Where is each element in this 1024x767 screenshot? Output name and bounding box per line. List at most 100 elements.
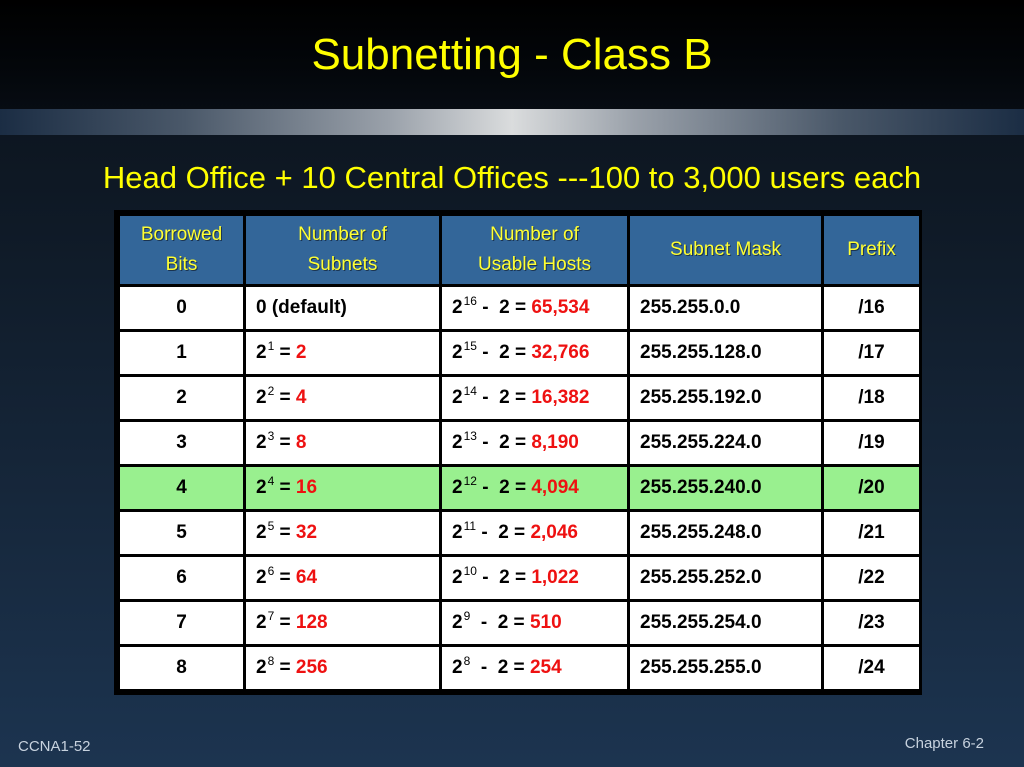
cell-subnet-mask: 255.255.255.0: [627, 644, 824, 692]
subnets-base: 2: [256, 387, 267, 408]
cell-subnets: 23 = 8: [243, 419, 442, 467]
subnets-equals: =: [274, 342, 296, 363]
hosts-equation: - 2 =: [476, 567, 532, 588]
subnets-result: 128: [295, 612, 328, 633]
header-borrowed-bits: Borrowed Bits: [117, 213, 246, 287]
subnets-exponent: 7: [267, 609, 275, 623]
hosts-result: 4,094: [531, 477, 579, 498]
title-area: Subnetting - Class B: [0, 0, 1024, 110]
hosts-exponent: 8: [463, 654, 471, 668]
table-header-row: Borrowed Bits Number of Subnets Number of U…: [117, 213, 922, 287]
hosts-exponent: 16: [463, 294, 477, 308]
table-row: 1 21 = 2 215 - 2 = 32,766 255.255.128.0/17: [117, 329, 922, 377]
cell-borrowed-bits: 3: [117, 419, 246, 467]
cell-subnet-mask: 255.255.252.0: [627, 554, 824, 602]
cell-usable-hosts: 215 - 2 = 32,766: [439, 329, 630, 377]
subnets-result: 8: [295, 432, 307, 453]
hosts-exponent: 12: [463, 474, 477, 488]
hosts-result: 2,046: [530, 522, 578, 543]
subnets-base: 2: [256, 567, 267, 588]
cell-subnet-mask: 255.255.224.0: [627, 419, 824, 467]
subnets-equals: =: [274, 477, 296, 498]
subnets-exponent: 6: [267, 564, 275, 578]
hosts-result: 254: [529, 657, 562, 678]
hosts-exponent: 9: [463, 609, 471, 623]
cell-subnet-mask: 255.255.192.0: [627, 374, 824, 422]
table-row: 4 24 = 16 212 - 2 = 4,094 255.255.240.0/20: [117, 464, 922, 512]
hosts-equation: - 2 =: [476, 477, 532, 498]
hosts-base: 2: [452, 342, 463, 363]
hosts-equation: - 2 =: [476, 432, 532, 453]
cell-subnets: 0 (default): [243, 284, 442, 332]
cell-subnet-mask: 255.255.128.0: [627, 329, 824, 377]
cell-subnet-mask: 255.255.240.0: [627, 464, 824, 512]
subnet-table-frame: Borrowed Bits Number of Subnets Number of U…: [114, 210, 922, 695]
cell-borrowed-bits: 7: [117, 599, 246, 647]
decorative-band: [0, 109, 1024, 135]
cell-prefix: /19: [821, 419, 922, 467]
table-row: 6 26 = 64 210 - 2 = 1,022 255.255.252.0/22: [117, 554, 922, 602]
subnets-base: 2: [256, 342, 267, 363]
table-row: 3 23 = 8 213 - 2 = 8,190 255.255.224.0/19: [117, 419, 922, 467]
subnets-result: 64: [295, 567, 318, 588]
cell-subnets: 28 = 256: [243, 644, 442, 692]
subnets-result: 4: [295, 387, 307, 408]
cell-subnets: 24 = 16: [243, 464, 442, 512]
subnets-base: 2: [256, 477, 267, 498]
hosts-result: 1,022: [531, 567, 579, 588]
hosts-exponent: 10: [463, 564, 477, 578]
cell-usable-hosts: 213 - 2 = 8,190: [439, 419, 630, 467]
cell-borrowed-bits: 4: [117, 464, 246, 512]
subnets-base: 2: [256, 522, 267, 543]
hosts-exponent: 13: [463, 429, 477, 443]
cell-subnet-mask: 255.255.0.0: [627, 284, 824, 332]
table-row: 2 22 = 4 214 - 2 = 16,382 255.255.192.0/18: [117, 374, 922, 422]
cell-usable-hosts: 212 - 2 = 4,094: [439, 464, 630, 512]
hosts-equation: - 2 =: [476, 387, 532, 408]
table-body: 00 (default) 216 - 2 = 65,534 255.255.0.0/…: [117, 284, 922, 692]
slide-title: Subnetting - Class B: [311, 30, 713, 79]
cell-prefix: /20: [821, 464, 922, 512]
subnets-equals: =: [274, 657, 296, 678]
table-row: 8 28 = 256 28 - 2 = 254 255.255.255.0/24: [117, 644, 922, 692]
hosts-equation: - 2 =: [470, 612, 530, 633]
hosts-result: 16,382: [531, 387, 590, 408]
subnets-equals: =: [274, 567, 296, 588]
subnet-table: Borrowed Bits Number of Subnets Number of U…: [117, 213, 922, 692]
cell-prefix: /21: [821, 509, 922, 557]
footer-chapter: Chapter 6-2: [904, 735, 984, 752]
subnets-base: 2: [256, 432, 267, 453]
hosts-base: 2: [452, 387, 463, 408]
hosts-exponent: 11: [463, 519, 477, 533]
cell-subnets: 21 = 2: [243, 329, 442, 377]
subnets-base: 2: [256, 612, 267, 633]
cell-subnets: 25 = 32: [243, 509, 442, 557]
slide-subtitle: Head Office + 10 Central Offices ---100 …: [102, 160, 922, 195]
hosts-equation: - 2 =: [476, 297, 532, 318]
subnets-exponent: 8: [267, 654, 275, 668]
subnets-exponent: 1: [267, 339, 275, 353]
cell-prefix: /16: [821, 284, 922, 332]
hosts-result: 32,766: [531, 342, 590, 363]
header-usable-hosts: Number of Usable Hosts: [439, 213, 630, 287]
cell-prefix: /23: [821, 599, 922, 647]
cell-subnets: 26 = 64: [243, 554, 442, 602]
cell-prefix: /24: [821, 644, 922, 692]
hosts-result: 8,190: [531, 432, 579, 453]
table-row: 5 25 = 32 211 - 2 = 2,046 255.255.248.0/21: [117, 509, 922, 557]
header-subnet-mask: Subnet Mask: [627, 213, 824, 287]
subnets-result: 16: [295, 477, 318, 498]
hosts-exponent: 15: [463, 339, 477, 353]
subnets-equals: =: [274, 522, 296, 543]
subnets-exponent: 3: [267, 429, 275, 443]
cell-borrowed-bits: 0: [117, 284, 246, 332]
cell-usable-hosts: 210 - 2 = 1,022: [439, 554, 630, 602]
subnets-result: 256: [295, 657, 328, 678]
cell-borrowed-bits: 6: [117, 554, 246, 602]
hosts-base: 2: [452, 522, 463, 543]
subnets-default: 0 (default): [256, 297, 347, 318]
cell-usable-hosts: 214 - 2 = 16,382: [439, 374, 630, 422]
hosts-base: 2: [452, 612, 463, 633]
hosts-equation: - 2 =: [470, 657, 530, 678]
hosts-base: 2: [452, 567, 463, 588]
